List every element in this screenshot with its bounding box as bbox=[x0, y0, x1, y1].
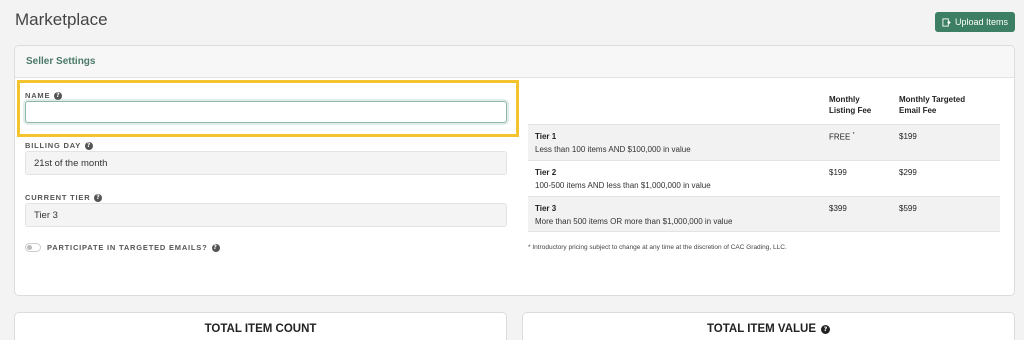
question-icon[interactable]: ? bbox=[821, 324, 831, 334]
billing-day-field: 21st of the month bbox=[25, 151, 507, 175]
billing-day-label: BILLING DAY ? bbox=[25, 141, 94, 150]
current-tier-label: CURRENT TIER ? bbox=[25, 193, 103, 202]
question-icon[interactable]: ? bbox=[54, 91, 63, 100]
current-tier-field: Tier 3 bbox=[25, 203, 507, 227]
pricing-footnote: * Introductory pricing subject to change… bbox=[528, 244, 787, 251]
page-title: Marketplace bbox=[15, 10, 108, 29]
total-item-count-title: TOTAL ITEM COUNT bbox=[204, 323, 317, 335]
table-row: Tier 1 Less than 100 items AND $100,000 … bbox=[528, 124, 1000, 160]
name-input[interactable] bbox=[25, 101, 507, 123]
targeted-emails-toggle[interactable] bbox=[25, 243, 41, 252]
question-icon[interactable]: ? bbox=[85, 141, 94, 150]
table-row: Tier 3 More than 500 items OR more than … bbox=[528, 196, 1000, 232]
email-fee-header: Monthly Targeted Email Fee bbox=[899, 95, 966, 115]
listing-fee-header: Monthly Listing Fee bbox=[829, 95, 872, 115]
question-icon[interactable]: ? bbox=[211, 243, 220, 252]
table-row: Tier 2 100-500 items AND less than $1,00… bbox=[528, 160, 1000, 196]
seller-settings-card: Seller Settings NAME ? BILLING DAY ? 21s… bbox=[14, 45, 1015, 296]
seller-settings-header: Seller Settings bbox=[15, 46, 1014, 78]
total-item-value-title: TOTAL ITEM VALUE ? bbox=[523, 323, 1014, 335]
total-item-count-card: TOTAL ITEM COUNT bbox=[14, 312, 507, 340]
upload-file-icon bbox=[942, 17, 951, 27]
targeted-emails-label: PARTICIPATE IN TARGETED EMAILS? ? bbox=[47, 243, 220, 252]
upload-items-label: Upload Items bbox=[954, 17, 1009, 27]
total-item-value-card: TOTAL ITEM VALUE ? bbox=[522, 312, 1015, 340]
upload-items-button[interactable]: Upload Items bbox=[935, 12, 1015, 32]
question-icon[interactable]: ? bbox=[94, 193, 103, 202]
name-label: NAME ? bbox=[25, 91, 63, 100]
